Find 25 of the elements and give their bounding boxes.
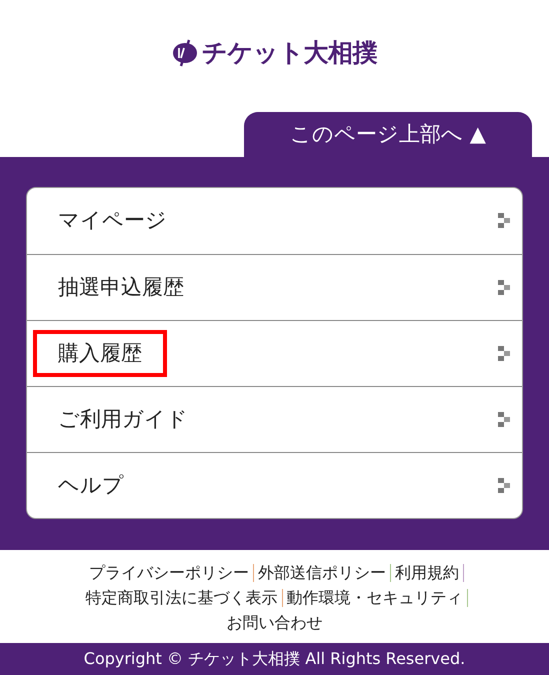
menu-item-label: 抽選申込履歴	[57, 274, 185, 301]
menu-item-label: ご利用ガイド	[57, 406, 189, 433]
menu-item-label: ヘルプ	[57, 472, 125, 499]
menu-item[interactable]: ヘルプ	[27, 452, 522, 518]
back-to-top-tab[interactable]: このページ上部へ ▲	[244, 112, 532, 157]
chevron-icon	[498, 412, 510, 428]
menu-item[interactable]: 抽選申込履歴	[27, 254, 522, 320]
chevron-icon	[498, 213, 510, 229]
menu-item-label: マイページ	[57, 207, 168, 234]
menu-item[interactable]: 購入履歴	[27, 320, 522, 386]
footer-link[interactable]: お問い合わせ	[222, 611, 326, 635]
copyright-text: Copyright © チケット大相撲 All Rights Reserved.	[84, 648, 466, 670]
footer-link[interactable]: 動作環境・セキュリティ	[282, 586, 466, 610]
logo-icon	[172, 38, 198, 67]
footer-link[interactable]: 外部送信ポリシー	[254, 561, 390, 585]
chevron-icon	[498, 478, 510, 494]
logo-text: チケット大相撲	[202, 37, 377, 69]
menu-item[interactable]: ご利用ガイド	[27, 386, 522, 452]
menu-item-label: 購入履歴	[35, 332, 165, 376]
footer-link[interactable]: プライバシーポリシー	[85, 561, 253, 585]
chevron-icon	[498, 346, 510, 362]
chevron-icon	[498, 280, 510, 296]
footer-link[interactable]: 特定商取引法に基づく表示	[82, 586, 282, 610]
footer-link[interactable]: 利用規約	[391, 561, 463, 585]
menu-item[interactable]: マイページ	[27, 188, 522, 254]
